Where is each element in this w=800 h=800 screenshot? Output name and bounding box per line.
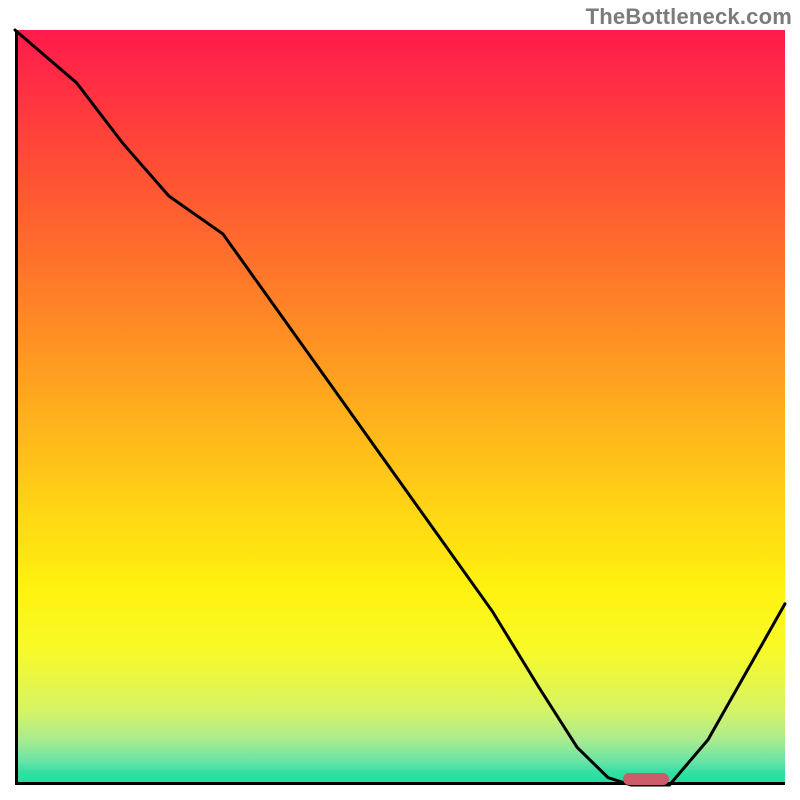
chart-container: TheBottleneck.com [0, 0, 800, 800]
optimal-marker [623, 773, 669, 785]
bottleneck-curve [15, 30, 785, 785]
bottleneck-curve-path [15, 30, 785, 785]
watermark-text: TheBottleneck.com [586, 4, 792, 30]
